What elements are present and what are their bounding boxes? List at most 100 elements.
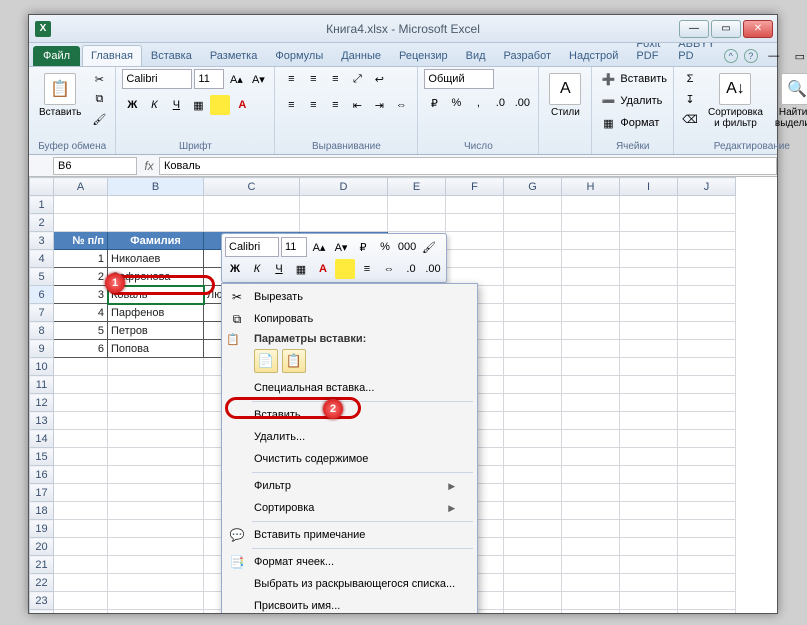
align-mid-icon[interactable]: ≡ xyxy=(303,69,323,89)
cell-G18[interactable] xyxy=(504,502,562,520)
cell-B12[interactable] xyxy=(108,394,204,412)
font-size-combo[interactable]: 11 xyxy=(194,69,224,89)
cell-A9[interactable]: 6 xyxy=(54,340,108,358)
ctx-filter[interactable]: Фильтр▶ xyxy=(224,475,475,497)
cell-H20[interactable] xyxy=(562,538,620,556)
doc-min-icon[interactable]: ― xyxy=(764,46,784,66)
cell-J8[interactable] xyxy=(678,322,736,340)
mini-decdec-icon[interactable]: .00 xyxy=(423,259,443,279)
mini-comma-icon[interactable]: 000 xyxy=(397,237,417,257)
cell-J16[interactable] xyxy=(678,466,736,484)
mini-fillcolor-icon[interactable] xyxy=(335,259,355,279)
cell-H6[interactable] xyxy=(562,286,620,304)
cell-D2[interactable] xyxy=(300,214,388,232)
cell-G12[interactable] xyxy=(504,394,562,412)
wrap-text-icon[interactable]: ↩ xyxy=(369,69,389,89)
cell-B10[interactable] xyxy=(108,358,204,376)
tab-home[interactable]: Главная xyxy=(82,45,142,66)
cell-J18[interactable] xyxy=(678,502,736,520)
ctx-copy[interactable]: ⧉Копировать xyxy=(224,308,475,330)
row-header-20[interactable]: 20 xyxy=(30,538,54,556)
row-header-1[interactable]: 1 xyxy=(30,196,54,214)
cell-G24[interactable] xyxy=(504,610,562,614)
cell-J12[interactable] xyxy=(678,394,736,412)
cell-J6[interactable] xyxy=(678,286,736,304)
cell-B24[interactable] xyxy=(108,610,204,614)
cell-J9[interactable] xyxy=(678,340,736,358)
cell-I9[interactable] xyxy=(620,340,678,358)
cell-I14[interactable] xyxy=(620,430,678,448)
cell-H3[interactable] xyxy=(562,232,620,250)
clear-icon[interactable]: ⌫ xyxy=(680,109,700,129)
cell-H21[interactable] xyxy=(562,556,620,574)
cell-G8[interactable] xyxy=(504,322,562,340)
cell-J3[interactable] xyxy=(678,232,736,250)
cell-A10[interactable] xyxy=(54,358,108,376)
ctx-format-cells[interactable]: 📑Формат ячеек... xyxy=(224,551,475,573)
cell-A3[interactable]: № п/п xyxy=(54,232,108,250)
mini-grow-font-icon[interactable]: A▴ xyxy=(309,237,329,257)
ribbon-min-icon[interactable]: ^ xyxy=(724,49,738,63)
name-box[interactable]: B6 xyxy=(53,157,137,175)
cell-G4[interactable] xyxy=(504,250,562,268)
mini-shrink-font-icon[interactable]: A▾ xyxy=(331,237,351,257)
styles-button[interactable]: A Стили xyxy=(545,69,585,122)
italic-button[interactable]: К xyxy=(144,95,164,115)
cell-I12[interactable] xyxy=(620,394,678,412)
mini-underline-button[interactable]: Ч xyxy=(269,259,289,279)
col-header-A[interactable]: A xyxy=(54,178,108,196)
autosum-icon[interactable]: Σ xyxy=(680,69,700,89)
cell-A4[interactable]: 1 xyxy=(54,250,108,268)
cell-B15[interactable] xyxy=(108,448,204,466)
cell-H12[interactable] xyxy=(562,394,620,412)
font-color-icon[interactable]: A xyxy=(232,95,252,115)
currency-icon[interactable]: ₽ xyxy=(424,93,444,113)
col-header-B[interactable]: B xyxy=(108,178,204,196)
paste-default-icon[interactable]: 📄 xyxy=(254,349,278,373)
copy-icon[interactable]: ⧉ xyxy=(89,89,109,109)
cell-H14[interactable] xyxy=(562,430,620,448)
row-header-16[interactable]: 16 xyxy=(30,466,54,484)
cell-J19[interactable] xyxy=(678,520,736,538)
format-painter-icon[interactable]: 🖌 xyxy=(89,109,109,129)
cell-H23[interactable] xyxy=(562,592,620,610)
cell-G7[interactable] xyxy=(504,304,562,322)
row-header-9[interactable]: 9 xyxy=(30,340,54,358)
dec-decimal-icon[interactable]: .00 xyxy=(512,93,532,113)
align-center-icon[interactable]: ≡ xyxy=(303,95,323,115)
cell-B21[interactable] xyxy=(108,556,204,574)
cell-B17[interactable] xyxy=(108,484,204,502)
cell-I19[interactable] xyxy=(620,520,678,538)
fill-color-icon[interactable] xyxy=(210,95,230,115)
cell-H2[interactable] xyxy=(562,214,620,232)
mini-currency-icon[interactable]: ₽ xyxy=(353,237,373,257)
cell-G5[interactable] xyxy=(504,268,562,286)
cell-J21[interactable] xyxy=(678,556,736,574)
mini-align-icon[interactable]: ≡ xyxy=(357,259,377,279)
cell-J14[interactable] xyxy=(678,430,736,448)
cell-A7[interactable]: 4 xyxy=(54,304,108,322)
row-header-5[interactable]: 5 xyxy=(30,268,54,286)
cell-A19[interactable] xyxy=(54,520,108,538)
cell-B23[interactable] xyxy=(108,592,204,610)
cell-G22[interactable] xyxy=(504,574,562,592)
decrease-font-icon[interactable]: A▾ xyxy=(248,69,268,89)
ctx-paste-special[interactable]: Специальная вставка... xyxy=(224,377,475,399)
ctx-delete[interactable]: Удалить... xyxy=(224,426,475,448)
mini-painter-icon[interactable]: 🖌 xyxy=(419,237,439,257)
cell-J23[interactable] xyxy=(678,592,736,610)
cell-J20[interactable] xyxy=(678,538,736,556)
mini-bold-button[interactable]: Ж xyxy=(225,259,245,279)
cell-J2[interactable] xyxy=(678,214,736,232)
cell-B9[interactable]: Попова xyxy=(108,340,204,358)
cell-G3[interactable] xyxy=(504,232,562,250)
minimize-button[interactable]: ― xyxy=(679,20,709,38)
mini-font-combo[interactable]: Calibri xyxy=(225,237,279,257)
row-header-13[interactable]: 13 xyxy=(30,412,54,430)
formula-input[interactable]: Коваль xyxy=(159,157,777,175)
cell-G20[interactable] xyxy=(504,538,562,556)
tab-layout[interactable]: Разметка xyxy=(201,45,267,66)
cell-A6[interactable]: 3 xyxy=(54,286,108,304)
cell-I20[interactable] xyxy=(620,538,678,556)
cell-H10[interactable] xyxy=(562,358,620,376)
